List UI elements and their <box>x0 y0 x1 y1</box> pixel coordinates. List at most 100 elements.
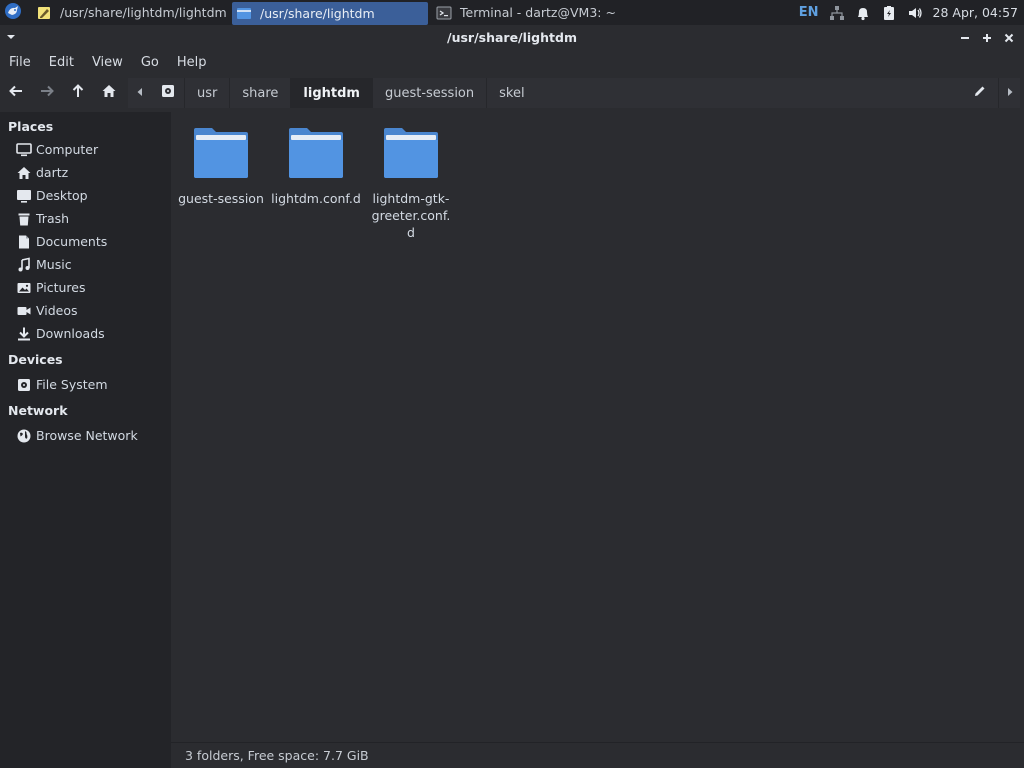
applications-menu-button[interactable] <box>0 0 26 25</box>
window-controls <box>954 25 1020 50</box>
breadcrumb-skel[interactable]: skel <box>487 78 536 108</box>
menu-go[interactable]: Go <box>132 50 168 74</box>
folder-icon <box>236 5 252 21</box>
folder-icon <box>382 126 440 184</box>
folder-icon <box>192 126 250 184</box>
text-editor-icon <box>36 5 52 21</box>
task-terminal[interactable]: Terminal - dartz@VM3: ~ <box>432 0 622 25</box>
breadcrumb-share[interactable]: share <box>230 78 292 108</box>
file-item-guest-session[interactable]: guest-session <box>175 126 267 207</box>
breadcrumb-lightdm[interactable]: lightdm <box>291 78 373 108</box>
sidebar-header-devices: Devices <box>8 351 63 367</box>
home-icon <box>101 83 117 103</box>
drive-icon <box>160 83 176 103</box>
up-button[interactable] <box>62 76 93 110</box>
sidebar-item-home[interactable]: dartz <box>0 161 171 184</box>
video-icon <box>16 303 32 319</box>
download-icon <box>16 326 32 342</box>
file-view[interactable]: guest-session lightdm.conf.d lightdm-gtk… <box>171 112 1024 742</box>
sidebar-item-trash[interactable]: Trash <box>0 207 171 230</box>
clock[interactable]: 28 Apr, 04:57 <box>933 5 1018 20</box>
sidebar: Places Computer dartz Desktop Trash Docu… <box>0 112 171 768</box>
forward-arrow-icon <box>39 83 55 103</box>
window-title: /usr/share/lightdm <box>447 30 577 45</box>
sidebar-item-desktop[interactable]: Desktop <box>0 184 171 207</box>
breadcrumb-guest-session[interactable]: guest-session <box>373 78 488 108</box>
task-text-editor[interactable]: /usr/share/lightdm/lightdm.... <box>32 0 228 25</box>
sidebar-item-label: Pictures <box>36 280 86 295</box>
toolbar: usr share lightdm guest-session skel <box>0 76 1024 110</box>
sidebar-item-label: Music <box>36 257 72 272</box>
home-icon <box>16 165 32 181</box>
trash-icon <box>16 211 32 227</box>
file-item-lightdm-conf-d[interactable]: lightdm.conf.d <box>270 126 362 207</box>
menu-view[interactable]: View <box>83 50 132 74</box>
computer-icon <box>16 142 32 158</box>
music-icon <box>16 257 32 273</box>
file-name: lightdm.conf.d <box>271 191 361 206</box>
path-scroll-left-button[interactable] <box>128 78 152 108</box>
back-arrow-icon <box>8 83 24 103</box>
path-bar: usr share lightdm guest-session skel <box>128 78 1020 108</box>
taskbar: /usr/share/lightdm/lightdm.... /usr/shar… <box>0 0 1024 25</box>
speaker-icon[interactable] <box>907 5 923 21</box>
close-button[interactable] <box>998 27 1020 49</box>
sidebar-item-documents[interactable]: Documents <box>0 230 171 253</box>
document-icon <box>16 234 32 250</box>
sidebar-item-browse-network[interactable]: Browse Network <box>0 424 171 447</box>
menu-file[interactable]: File <box>0 50 40 74</box>
sidebar-header-places: Places <box>8 118 54 134</box>
sidebar-item-pictures[interactable]: Pictures <box>0 276 171 299</box>
keyboard-layout[interactable]: EN <box>799 5 819 20</box>
status-bar: 3 folders, Free space: 7.7 GiB <box>171 742 1024 768</box>
forward-button[interactable] <box>31 76 62 110</box>
home-button[interactable] <box>93 76 124 110</box>
sidebar-item-label: Trash <box>36 211 70 226</box>
sidebar-item-music[interactable]: Music <box>0 253 171 276</box>
sidebar-item-label: dartz <box>36 165 69 180</box>
file-name: guest-session <box>178 191 264 206</box>
minimize-button[interactable] <box>954 27 976 49</box>
menu-help[interactable]: Help <box>168 50 216 74</box>
pencil-icon <box>973 84 987 102</box>
sidebar-item-label: Videos <box>36 303 78 318</box>
triangle-left-icon <box>136 86 144 101</box>
task-label: Terminal - dartz@VM3: ~ <box>460 5 616 20</box>
sidebar-item-label: File System <box>36 377 108 392</box>
xfce-mouse-icon <box>4 2 22 24</box>
breadcrumb-root[interactable] <box>152 78 185 108</box>
task-label: /usr/share/lightdm <box>260 5 375 21</box>
sidebar-item-label: Desktop <box>36 188 88 203</box>
path-scroll-right-button[interactable] <box>998 78 1020 108</box>
task-label: /usr/share/lightdm/lightdm.... <box>60 5 228 20</box>
desktop-icon <box>16 188 32 204</box>
sidebar-item-file-system[interactable]: File System <box>0 373 171 396</box>
up-arrow-icon <box>70 83 86 103</box>
triangle-right-icon <box>1006 86 1014 101</box>
battery-icon[interactable] <box>881 5 897 21</box>
menu-edit[interactable]: Edit <box>40 50 83 74</box>
sidebar-item-label: Documents <box>36 234 108 249</box>
pictures-icon <box>16 280 32 296</box>
status-text: 3 folders, Free space: 7.7 GiB <box>185 748 369 763</box>
maximize-button[interactable] <box>976 27 998 49</box>
sidebar-item-videos[interactable]: Videos <box>0 299 171 322</box>
sidebar-item-downloads[interactable]: Downloads <box>0 322 171 345</box>
terminal-icon <box>436 5 452 21</box>
folder-icon <box>287 126 345 184</box>
edit-location-button[interactable] <box>966 78 994 108</box>
file-item-lightdm-gtk-greeter-conf-d[interactable]: lightdm-gtk-greeter.conf.d <box>365 126 457 241</box>
window-menu-button[interactable] <box>0 30 22 45</box>
menubar: File Edit View Go Help <box>0 50 1024 74</box>
drive-icon <box>16 377 32 393</box>
task-file-manager[interactable]: /usr/share/lightdm <box>232 1 428 25</box>
breadcrumb-usr[interactable]: usr <box>185 78 231 108</box>
window-titlebar[interactable]: /usr/share/lightdm <box>0 25 1024 50</box>
back-button[interactable] <box>0 76 31 110</box>
network-icon[interactable] <box>829 5 845 21</box>
sidebar-item-label: Downloads <box>36 326 105 341</box>
bell-icon[interactable] <box>855 5 871 21</box>
sidebar-item-computer[interactable]: Computer <box>0 138 171 161</box>
sidebar-item-label: Browse Network <box>36 428 138 443</box>
file-name: lightdm-gtk-greeter.conf.d <box>371 191 451 240</box>
